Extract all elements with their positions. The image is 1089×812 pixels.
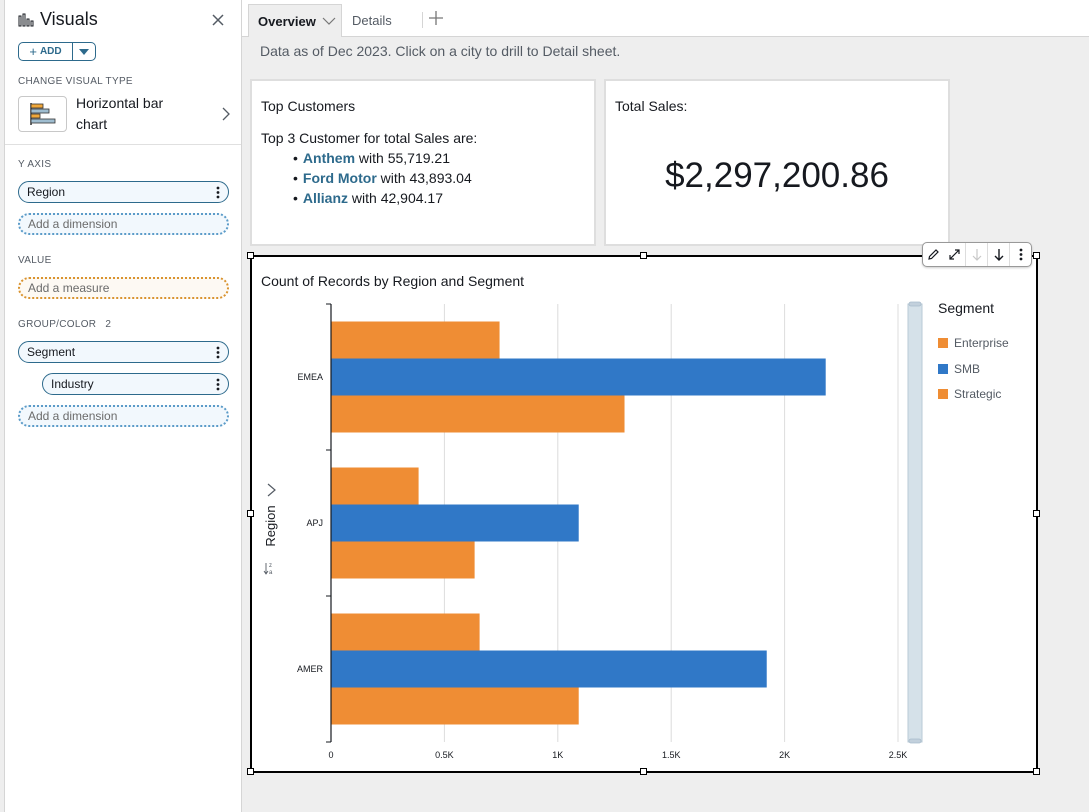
svg-text:z: z (269, 563, 272, 569)
bar-amer-enterprise[interactable] (331, 613, 480, 651)
bar-apj-strategic[interactable] (331, 541, 475, 579)
app-root: Visuals + ADD CHANGE VISUAL TYPE Horizon… (0, 0, 1089, 812)
y-tick-label[interactable]: APJ (306, 518, 323, 528)
x-tick-label: 1.5K (662, 750, 681, 760)
legend-swatch (938, 338, 948, 348)
x-tick-label: 0.5K (435, 750, 454, 760)
y-tick-label[interactable]: AMER (297, 664, 324, 674)
chart-plot: 0 0.5K 1K 1.5K 2K 2.5K EMEA APJ AMER Region z a (263, 301, 923, 760)
zoom-scrollbar[interactable] (907, 301, 923, 744)
bar-amer-smb[interactable] (331, 650, 767, 688)
bar-emea-strategic[interactable] (331, 395, 625, 433)
bar-emea-enterprise[interactable] (331, 321, 500, 359)
legend-label: Enterprise (954, 336, 1009, 350)
sort-az-icon[interactable]: z a (263, 563, 273, 576)
x-tick-label: 2.5K (889, 750, 908, 760)
bars (331, 321, 826, 725)
legend-label: SMB (954, 361, 981, 376)
y-tick-label[interactable]: EMEA (297, 372, 323, 382)
x-tick-label: 0 (328, 750, 333, 760)
legend-swatch (938, 363, 948, 374)
bar-emea-smb[interactable] (331, 358, 826, 396)
x-tick-label: 2K (779, 750, 790, 760)
legend-item-strategic[interactable]: Strategic (938, 387, 1001, 401)
bar-apj-enterprise[interactable] (331, 467, 419, 505)
bar-amer-strategic[interactable] (331, 687, 579, 725)
y-axis-title-group: Region z a (263, 483, 278, 576)
legend-item-enterprise[interactable]: Enterprise (938, 336, 1009, 350)
chevron-right-icon[interactable] (267, 483, 276, 497)
y-axis-title[interactable]: Region (263, 505, 278, 546)
legend-label: Strategic (954, 387, 1002, 401)
bar-apj-smb[interactable] (331, 504, 579, 542)
legend-title: Segment (938, 300, 995, 316)
legend-swatch (938, 389, 948, 399)
svg-text:a: a (269, 570, 273, 576)
legend-item-smb[interactable]: SMB (938, 362, 980, 376)
x-tick-label: 1K (552, 750, 563, 760)
